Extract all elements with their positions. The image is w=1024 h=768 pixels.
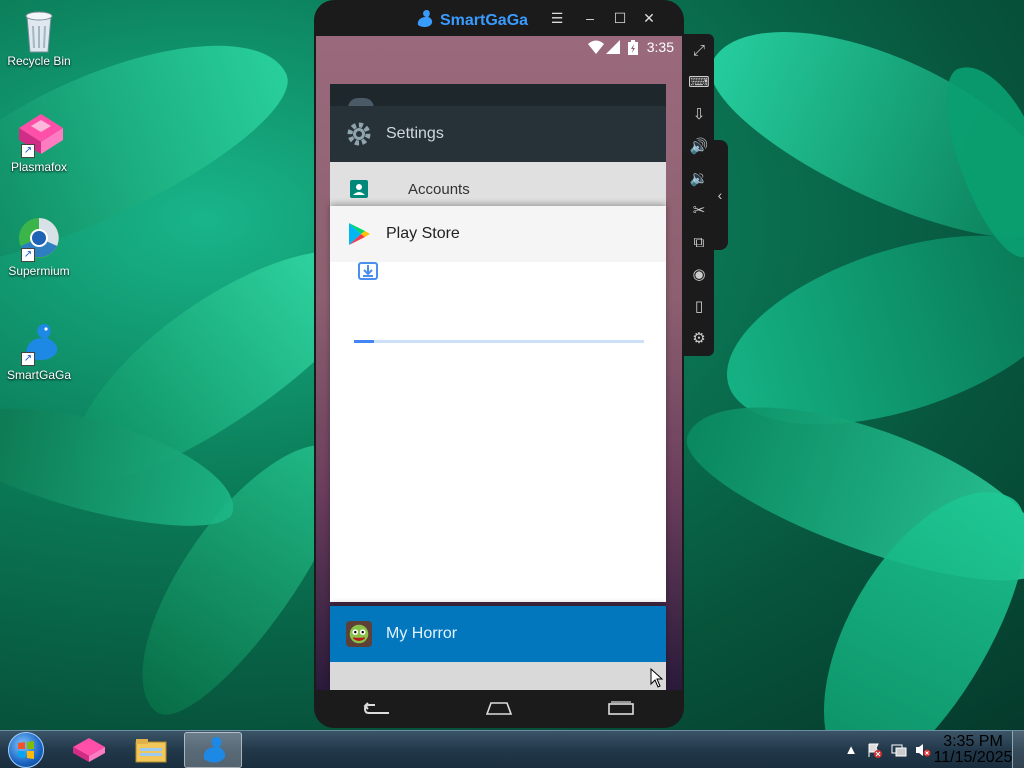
recents-card-settings[interactable]: Settings Accounts	[330, 106, 666, 216]
tray-expand-chevron-icon[interactable]: ▲	[843, 742, 859, 758]
volume-down-icon[interactable]: 🔉	[684, 162, 714, 194]
recents-icon[interactable]	[607, 699, 635, 720]
smartgaga-icon: ↗	[17, 320, 61, 366]
recents-card-back	[330, 84, 666, 108]
desktop-icon-plasmafox[interactable]: ↗ Plasmafox	[2, 112, 76, 174]
home-icon[interactable]	[485, 699, 513, 720]
wifi-icon	[588, 40, 604, 57]
taskbar-clock[interactable]: 3:35 PM 11/15/2025	[933, 734, 1013, 766]
taskbar-smartgaga[interactable]	[184, 732, 242, 768]
emulator-titlebar[interactable]: SmartGaGa ☰ – ☐ ✕	[314, 0, 684, 36]
recents-card-title: My Horror	[386, 625, 458, 642]
desktop-icon-label: Recycle Bin	[7, 54, 71, 68]
emulator-title: SmartGaGa	[440, 11, 529, 29]
clock-date: 11/15/2025	[933, 749, 1013, 766]
mouse-cursor-icon	[650, 667, 664, 688]
fullscreen-icon[interactable]: ⤢	[684, 34, 714, 66]
desktop-icon-label: Plasmafox	[10, 160, 68, 174]
recents-card-title: Play Store	[386, 225, 460, 242]
download-progress-fill	[354, 340, 375, 343]
network-icon[interactable]	[891, 742, 907, 758]
account-icon	[346, 176, 372, 202]
clock-time: 3:35 PM	[943, 733, 1003, 750]
recents-card-title: Settings	[386, 125, 444, 142]
emulator-brand: SmartGaGa	[414, 8, 528, 33]
settings-row-label: Accounts	[408, 180, 470, 198]
taskbar: ▲ 3:35 PM 11/15/2025	[0, 730, 1024, 768]
action-center-flag-icon[interactable]	[866, 742, 882, 758]
file-explorer-icon	[135, 739, 167, 763]
android-status-bar: 3:35	[316, 36, 682, 60]
plasmafox-icon	[73, 738, 105, 762]
keyboard-icon[interactable]: ⌨	[684, 66, 714, 98]
desktop-icon-label: SmartGaGa	[6, 368, 72, 382]
emulator-side-toolbar: ⤢ ⌨ ⇩ 🔊 🔉 ✂ ⧉ ◉ ▯ ⚙	[684, 34, 714, 356]
play-store-icon	[346, 221, 372, 247]
recents-card-my-horror[interactable]: My Horror	[330, 606, 666, 690]
emulator-menu-button[interactable]: ☰	[547, 8, 567, 28]
volume-muted-icon[interactable]	[915, 742, 931, 758]
smartgaga-icon	[203, 737, 226, 763]
smartgaga-logo-icon	[414, 8, 434, 33]
shake-icon[interactable]: ▯	[684, 290, 714, 322]
taskbar-file-explorer[interactable]	[122, 732, 180, 768]
show-desktop-button[interactable]	[1012, 731, 1024, 768]
recents-card-play-store[interactable]: Play Store	[330, 206, 666, 602]
install-apk-icon[interactable]: ⇩	[684, 98, 714, 130]
emulator-minimize-button[interactable]: –	[580, 8, 600, 28]
recents-card-header: My Horror	[330, 606, 666, 662]
taskbar-plasmafox[interactable]	[60, 732, 118, 768]
desktop-icon-label: Supermium	[8, 264, 70, 278]
multi-instance-icon[interactable]: ⧉	[684, 226, 714, 258]
recents-card-header: Settings	[330, 106, 666, 162]
toolbar-collapse-chevron-icon[interactable]: ‹	[712, 140, 728, 250]
android-nav-bar	[316, 690, 682, 728]
desktop-icon-smartgaga[interactable]: ↗ SmartGaGa	[2, 320, 76, 382]
plasmafox-icon: ↗	[17, 112, 63, 158]
settings-icon[interactable]: ⚙	[684, 322, 714, 354]
download-progress-bar	[354, 340, 644, 343]
download-icon	[358, 262, 378, 285]
settings-gear-icon	[346, 121, 372, 147]
supermium-icon: ↗	[17, 216, 61, 262]
back-icon[interactable]	[363, 699, 391, 720]
emulator-maximize-button[interactable]: ☐	[610, 8, 630, 28]
status-time: 3:35	[646, 39, 674, 55]
start-button[interactable]	[8, 732, 44, 768]
screenshot-cut-icon[interactable]: ✂	[684, 194, 714, 226]
desktop-icon-supermium[interactable]: ↗ Supermium	[2, 216, 76, 278]
my-horror-app-icon	[346, 621, 372, 647]
recents-card-header: Play Store	[330, 206, 666, 262]
location-icon[interactable]: ◉	[684, 258, 714, 290]
volume-up-icon[interactable]: 🔊	[684, 130, 714, 162]
signal-icon	[606, 40, 620, 57]
desktop-icon-recycle-bin[interactable]: Recycle Bin	[2, 6, 76, 68]
android-screen[interactable]: 3:35 Settings Accounts Play Store My Hor…	[316, 36, 682, 690]
recycle-bin-icon	[17, 6, 61, 53]
windows-logo-icon	[18, 741, 34, 759]
emulator-close-button[interactable]: ✕	[639, 8, 659, 28]
battery-icon	[628, 40, 638, 58]
